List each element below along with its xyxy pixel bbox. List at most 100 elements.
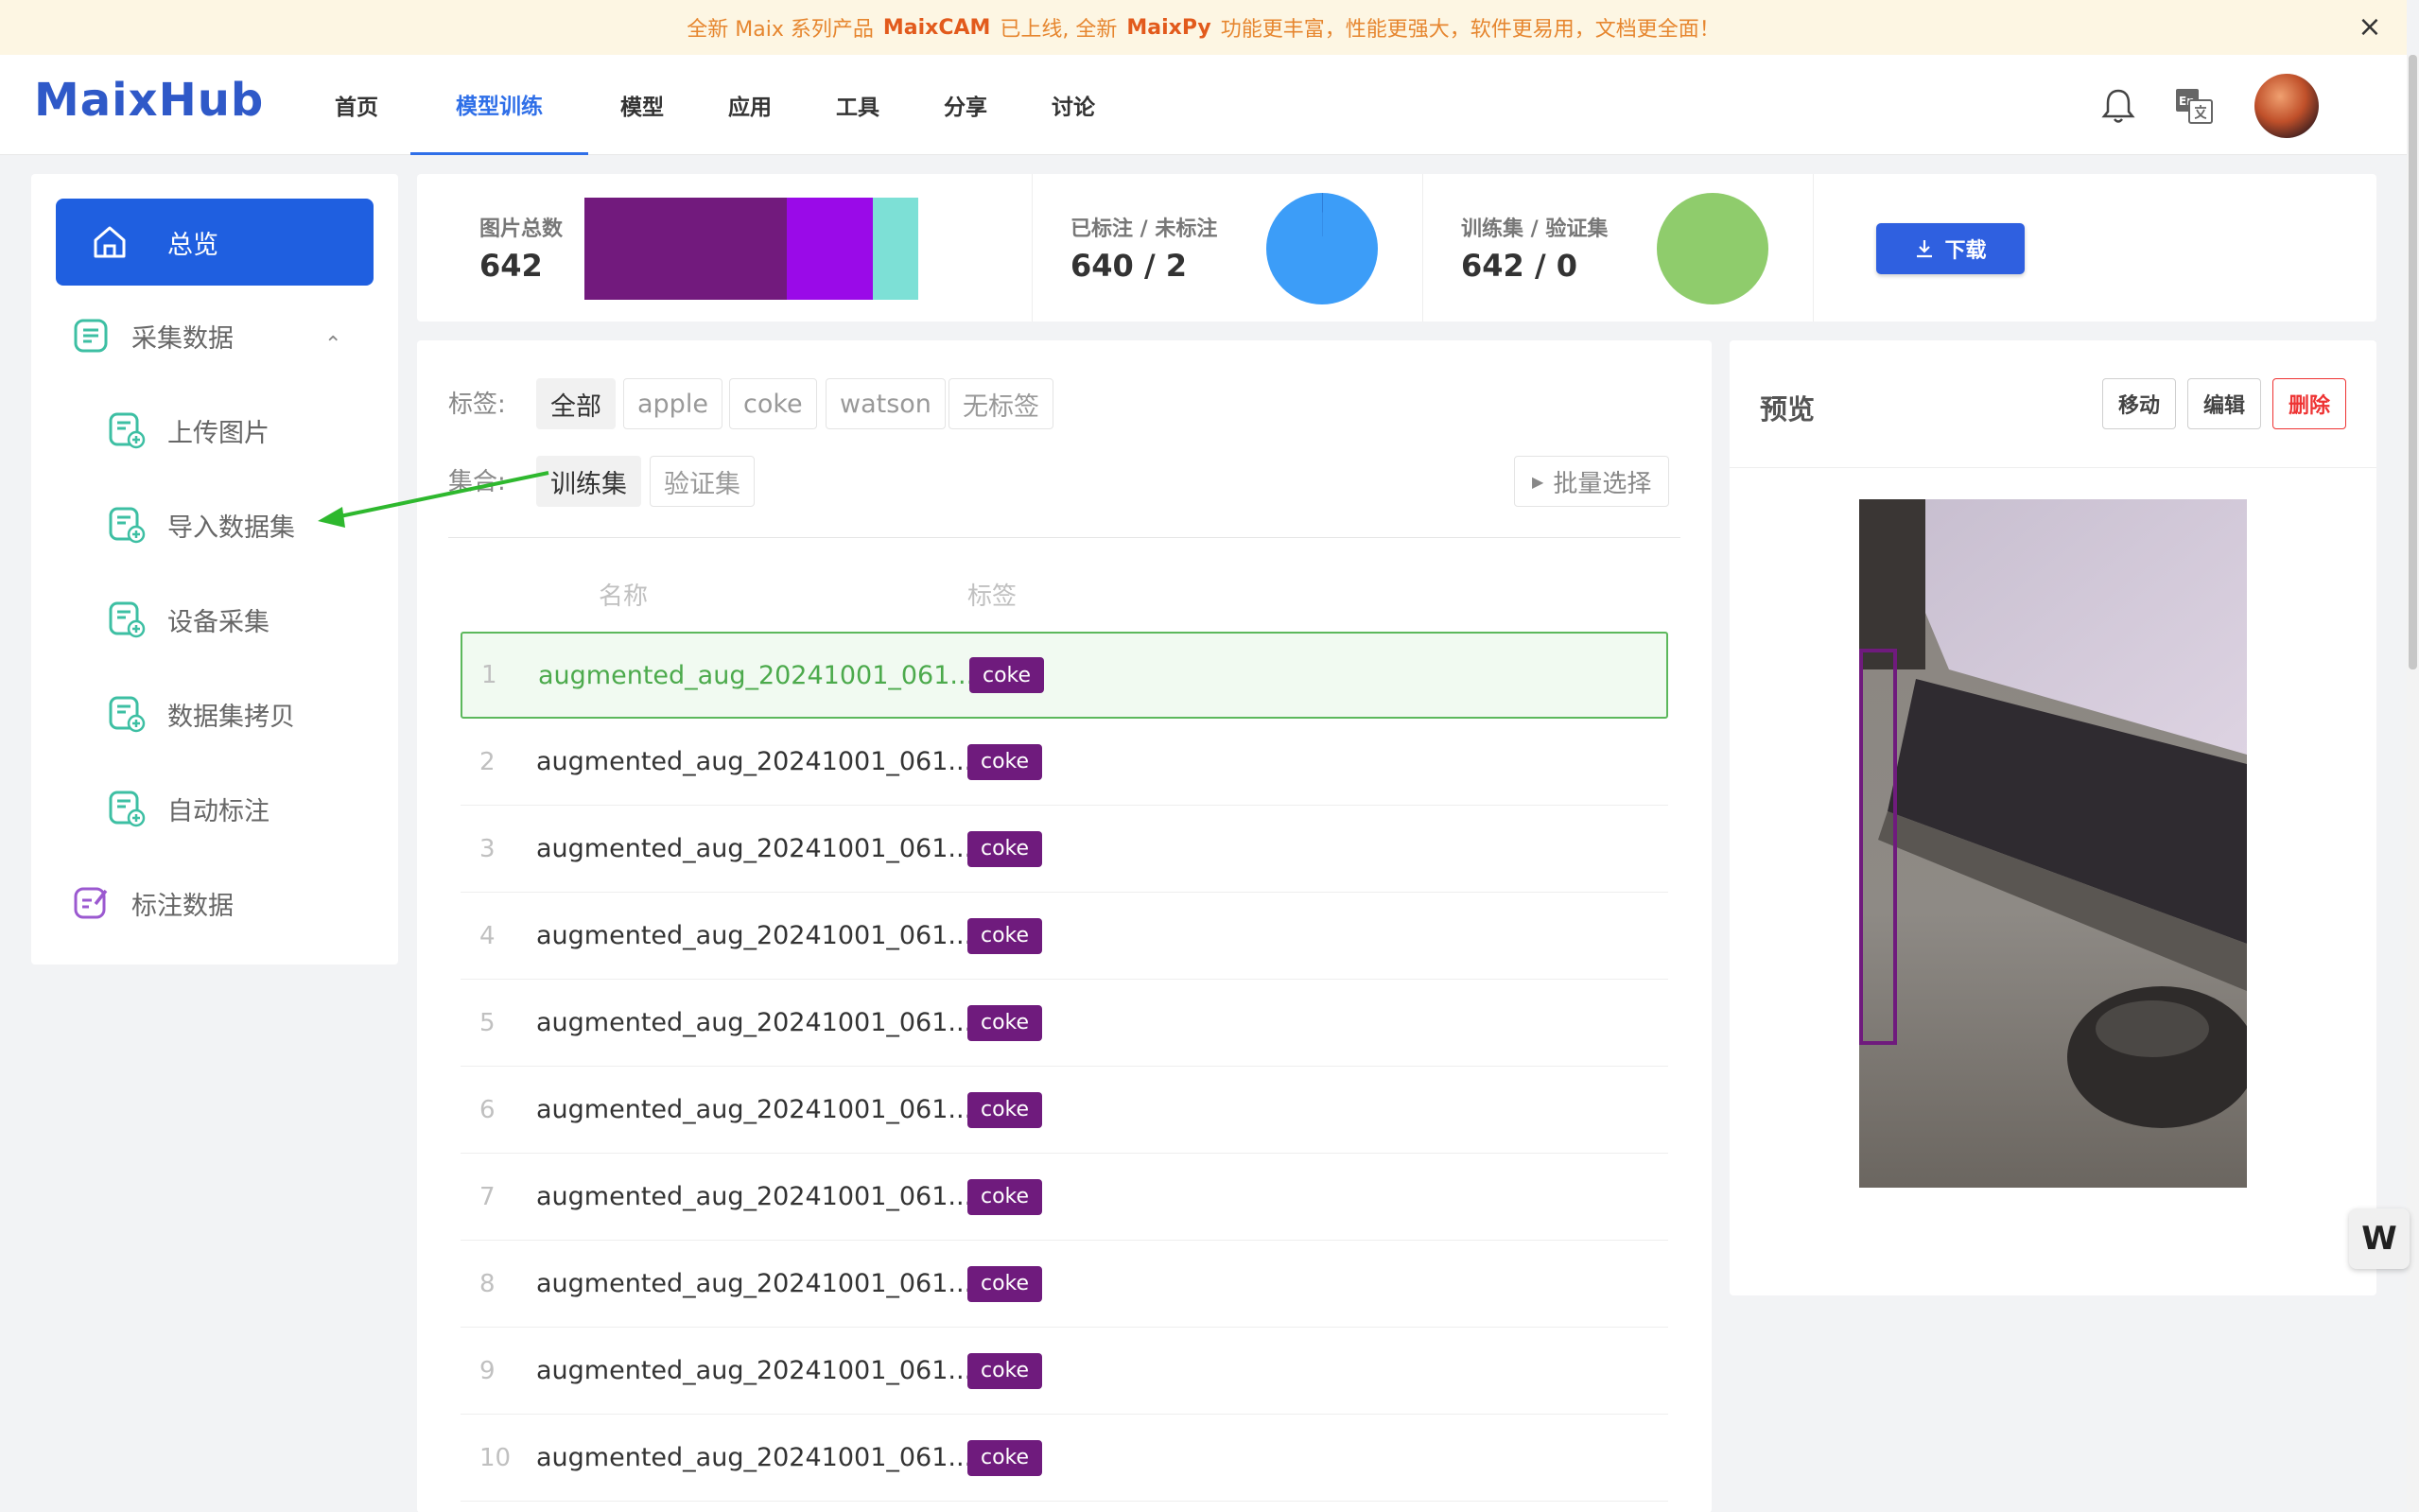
home-icon: [94, 226, 126, 258]
set-filter-label: 集合:: [448, 468, 506, 496]
chevron-up-icon[interactable]: ⌃: [324, 333, 341, 356]
sidebar: 总览 采集数据 ⌃ 上传图片 导入数据集 设备采集 数据集拷贝 自动标注 标注数…: [31, 174, 398, 965]
edit-button[interactable]: 编辑: [2187, 378, 2262, 429]
tag-bar-segment-3: [872, 198, 918, 300]
row-filename: augmented_aug_20241001_061...: [536, 1095, 967, 1124]
language-icon[interactable]: En: [2173, 85, 2215, 127]
row-tag-badge: coke: [967, 1439, 1043, 1476]
tag-bar-segment-2: [787, 198, 873, 300]
row-tag-badge: coke: [967, 1178, 1043, 1215]
sidebar-group-collect[interactable]: 采集数据: [71, 316, 234, 356]
sidebar-item-dataset-copy[interactable]: 数据集拷贝: [107, 694, 295, 734]
table-row[interactable]: 2 augmented_aug_20241001_061... coke: [461, 719, 1668, 806]
tag-filter-all[interactable]: 全部: [536, 378, 616, 429]
batch-select-label: 批量选择: [1553, 469, 1652, 498]
sidebar-item-label: 采集数据: [131, 323, 234, 354]
download-icon: [1917, 240, 1933, 258]
row-number: 4: [479, 921, 496, 950]
row-tag-badge: coke: [967, 1352, 1043, 1389]
banner-brand-maixcam: MaixCAM: [882, 15, 991, 40]
table-row[interactable]: 6 augmented_aug_20241001_061... coke: [461, 1067, 1668, 1154]
download-button[interactable]: 下载: [1876, 223, 2025, 274]
row-number: 2: [479, 747, 496, 776]
sidebar-item-overview[interactable]: 总览: [56, 199, 374, 286]
sidebar-item-label: 标注数据: [131, 891, 234, 921]
add-doc-icon: [109, 412, 146, 449]
table-row[interactable]: 10 augmented_aug_20241001_061... coke: [461, 1415, 1668, 1502]
sidebar-item-device-capture[interactable]: 设备采集: [107, 600, 270, 639]
row-number: 9: [479, 1356, 496, 1385]
tag-bar-segment-1: [584, 198, 788, 300]
user-avatar[interactable]: [2254, 74, 2319, 138]
row-filename: augmented_aug_20241001_061...: [536, 834, 967, 863]
row-tag-badge: coke: [967, 1265, 1043, 1302]
sidebar-item-label: 自动标注: [167, 796, 270, 826]
edit-doc-icon: [74, 887, 108, 919]
train-val-value: 642 / 0: [1461, 248, 1578, 284]
set-filter-val[interactable]: 验证集: [650, 456, 755, 507]
nav-apps[interactable]: 应用: [696, 55, 804, 155]
sidebar-item-auto-annotate[interactable]: 自动标注: [107, 789, 270, 828]
announcement-banner: 全新 Maix 系列产品 MaixCAM 已上线, 全新 MaixPy 功能更丰…: [0, 0, 2407, 55]
row-filename: augmented_aug_20241001_061...: [536, 1356, 967, 1385]
row-filename: augmented_aug_20241001_061...: [536, 1008, 967, 1037]
nav-tools[interactable]: 工具: [804, 55, 912, 155]
banner-text-1: 全新 Maix 系列产品: [687, 18, 874, 42]
sidebar-item-annotate[interactable]: 标注数据: [71, 883, 234, 923]
row-number: 3: [479, 834, 496, 863]
scrollbar-thumb[interactable]: [2409, 55, 2417, 669]
image-list-panel: 标签: 全部 apple coke watson 无标签 集合: 训练集 验证集…: [417, 340, 1712, 1512]
tag-filter-apple[interactable]: apple: [623, 378, 722, 429]
table-row[interactable]: 7 augmented_aug_20241001_061... coke: [461, 1154, 1668, 1241]
nav-discuss[interactable]: 讨论: [1019, 55, 1127, 155]
list-doc-icon: [74, 319, 108, 353]
delete-button[interactable]: 删除: [2272, 378, 2347, 429]
preview-panel: 预览 移动 编辑 删除: [1730, 340, 2376, 1295]
sidebar-item-import-dataset[interactable]: 导入数据集: [107, 505, 295, 545]
table-row[interactable]: 5 augmented_aug_20241001_061... coke: [461, 980, 1668, 1067]
maixhub-logo[interactable]: MaixHub: [34, 74, 264, 127]
sidebar-item-label: 设备采集: [167, 607, 270, 637]
row-number: 8: [479, 1269, 496, 1298]
row-filename: augmented_aug_20241001_061...: [536, 921, 967, 950]
sidebar-item-upload-images[interactable]: 上传图片: [107, 410, 270, 450]
column-header-name: 名称: [599, 582, 649, 611]
column-header-tag: 标签: [967, 582, 1018, 611]
stats-divider: [1032, 174, 1033, 322]
row-filename: augmented_aug_20241001_061...: [538, 660, 969, 690]
bell-icon[interactable]: [2097, 85, 2139, 127]
floating-widget-button[interactable]: W: [2349, 1208, 2410, 1269]
table-row[interactable]: 8 augmented_aug_20241001_061... coke: [461, 1241, 1668, 1328]
banner-brand-maixpy: MaixPy: [1126, 15, 1211, 40]
tag-filter-label: 标签:: [448, 391, 506, 419]
preview-title: 预览: [1760, 393, 1816, 426]
page-scrollbar[interactable]: [2407, 55, 2419, 1512]
set-filter-train[interactable]: 训练集: [536, 456, 641, 507]
nav-model-training[interactable]: 模型训练: [410, 55, 588, 155]
preview-image[interactable]: [1859, 499, 2247, 1188]
batch-select-button[interactable]: ▶ 批量选择: [1514, 456, 1670, 507]
labeled-pie-chart: [1266, 193, 1378, 304]
preview-photo-illustration: [1859, 499, 2247, 1188]
nav-models[interactable]: 模型: [588, 55, 696, 155]
row-tag-badge: coke: [967, 743, 1043, 780]
add-doc-icon: [109, 507, 146, 544]
tag-filter-watson[interactable]: watson: [826, 378, 946, 429]
download-label: 下载: [1944, 239, 1987, 263]
row-number: 1: [481, 661, 497, 689]
caret-right-icon: ▶: [1532, 472, 1544, 491]
table-row[interactable]: 4 augmented_aug_20241001_061... coke: [461, 893, 1668, 980]
table-row[interactable]: 3 augmented_aug_20241001_061... coke: [461, 806, 1668, 893]
close-icon[interactable]: ×: [2356, 13, 2384, 42]
nav-home[interactable]: 首页: [303, 55, 410, 155]
tag-filter-coke[interactable]: coke: [729, 378, 817, 429]
nav-share[interactable]: 分享: [912, 55, 1019, 155]
add-doc-icon: [109, 791, 146, 827]
row-tag-badge: coke: [967, 917, 1043, 954]
labeled-unlabeled-label: 已标注 / 未标注: [1070, 217, 1218, 241]
move-button[interactable]: 移动: [2102, 378, 2177, 429]
tag-filter-untagged[interactable]: 无标签: [948, 378, 1053, 429]
table-row[interactable]: 1 augmented_aug_20241001_061... coke: [461, 632, 1668, 719]
table-row[interactable]: 9 augmented_aug_20241001_061... coke: [461, 1328, 1668, 1415]
train-val-pie-chart: [1657, 193, 1768, 304]
